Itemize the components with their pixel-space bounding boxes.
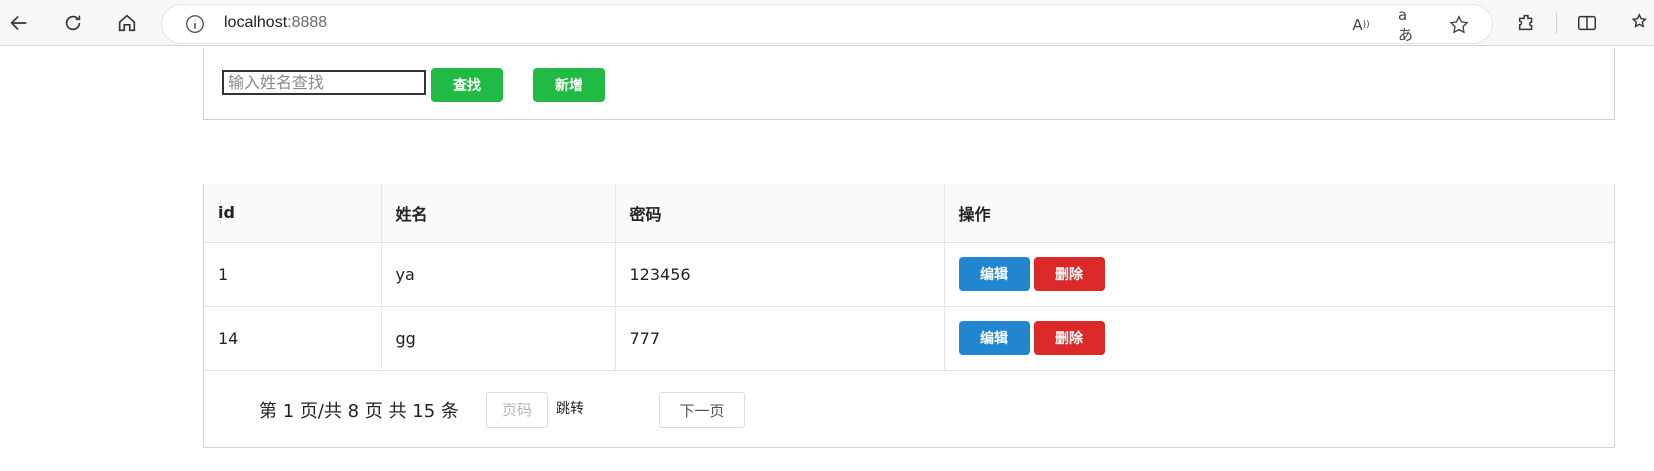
column-header-name: 姓名 xyxy=(381,184,616,243)
search-name-input[interactable] xyxy=(222,70,426,95)
back-arrow-icon[interactable] xyxy=(4,8,34,38)
edit-button[interactable]: 编辑 xyxy=(958,321,1030,355)
table-header-row: id 姓名 密码 操作 xyxy=(204,184,1614,243)
split-screen-icon[interactable] xyxy=(1572,8,1602,38)
column-header-id: id xyxy=(204,184,382,243)
address-bar[interactable]: localhost:8888 A)) aあ xyxy=(162,5,1492,44)
search-button[interactable]: 查找 xyxy=(431,68,503,102)
cell-actions: 编辑 删除 xyxy=(944,242,1614,307)
cell-password: 123456 xyxy=(615,242,945,307)
favorites-list-icon[interactable] xyxy=(1628,8,1654,38)
favorite-star-icon[interactable] xyxy=(1447,13,1471,37)
next-page-button[interactable]: 下一页 xyxy=(659,392,745,428)
add-button[interactable]: 新增 xyxy=(533,68,605,102)
user-table: id 姓名 密码 操作 1 ya 123456 编辑 删除 14 gg 777 编… xyxy=(204,184,1614,371)
refresh-icon[interactable] xyxy=(58,8,88,38)
column-header-actions: 操作 xyxy=(944,184,1614,243)
cell-name: gg xyxy=(381,306,616,371)
extensions-icon[interactable] xyxy=(1512,8,1542,38)
browser-toolbar: localhost:8888 A)) aあ xyxy=(0,0,1654,46)
delete-button[interactable]: 删除 xyxy=(1033,257,1105,291)
cell-name: ya xyxy=(381,242,616,307)
translate-icon[interactable]: aあ xyxy=(1398,6,1422,44)
cell-password: 777 xyxy=(615,306,945,371)
user-table-container: id 姓名 密码 操作 1 ya 123456 编辑 删除 14 gg 777 编… xyxy=(203,184,1615,448)
info-icon[interactable] xyxy=(184,13,206,35)
url-text[interactable]: localhost:8888 xyxy=(224,14,327,32)
read-aloud-icon[interactable]: A)) xyxy=(1349,13,1373,37)
column-header-password: 密码 xyxy=(615,184,945,243)
table-row: 1 ya 123456 编辑 删除 xyxy=(204,242,1614,307)
edit-button[interactable]: 编辑 xyxy=(958,257,1030,291)
delete-button[interactable]: 删除 xyxy=(1033,321,1105,355)
home-icon[interactable] xyxy=(112,8,142,38)
page-number-input[interactable] xyxy=(486,392,548,428)
cell-id: 1 xyxy=(204,242,382,307)
pagination-info: 第 1 页/共 8 页 共 15 条 xyxy=(259,401,459,422)
cell-actions: 编辑 删除 xyxy=(944,306,1614,371)
table-row: 14 gg 777 编辑 删除 xyxy=(204,306,1614,371)
pagination-bar: 第 1 页/共 8 页 共 15 条 跳转 下一页 xyxy=(204,370,1614,448)
search-panel: 查找 新增 xyxy=(203,48,1615,120)
jump-button[interactable]: 跳转 xyxy=(556,398,584,418)
toolbar-divider xyxy=(1556,12,1557,34)
cell-id: 14 xyxy=(204,306,382,371)
